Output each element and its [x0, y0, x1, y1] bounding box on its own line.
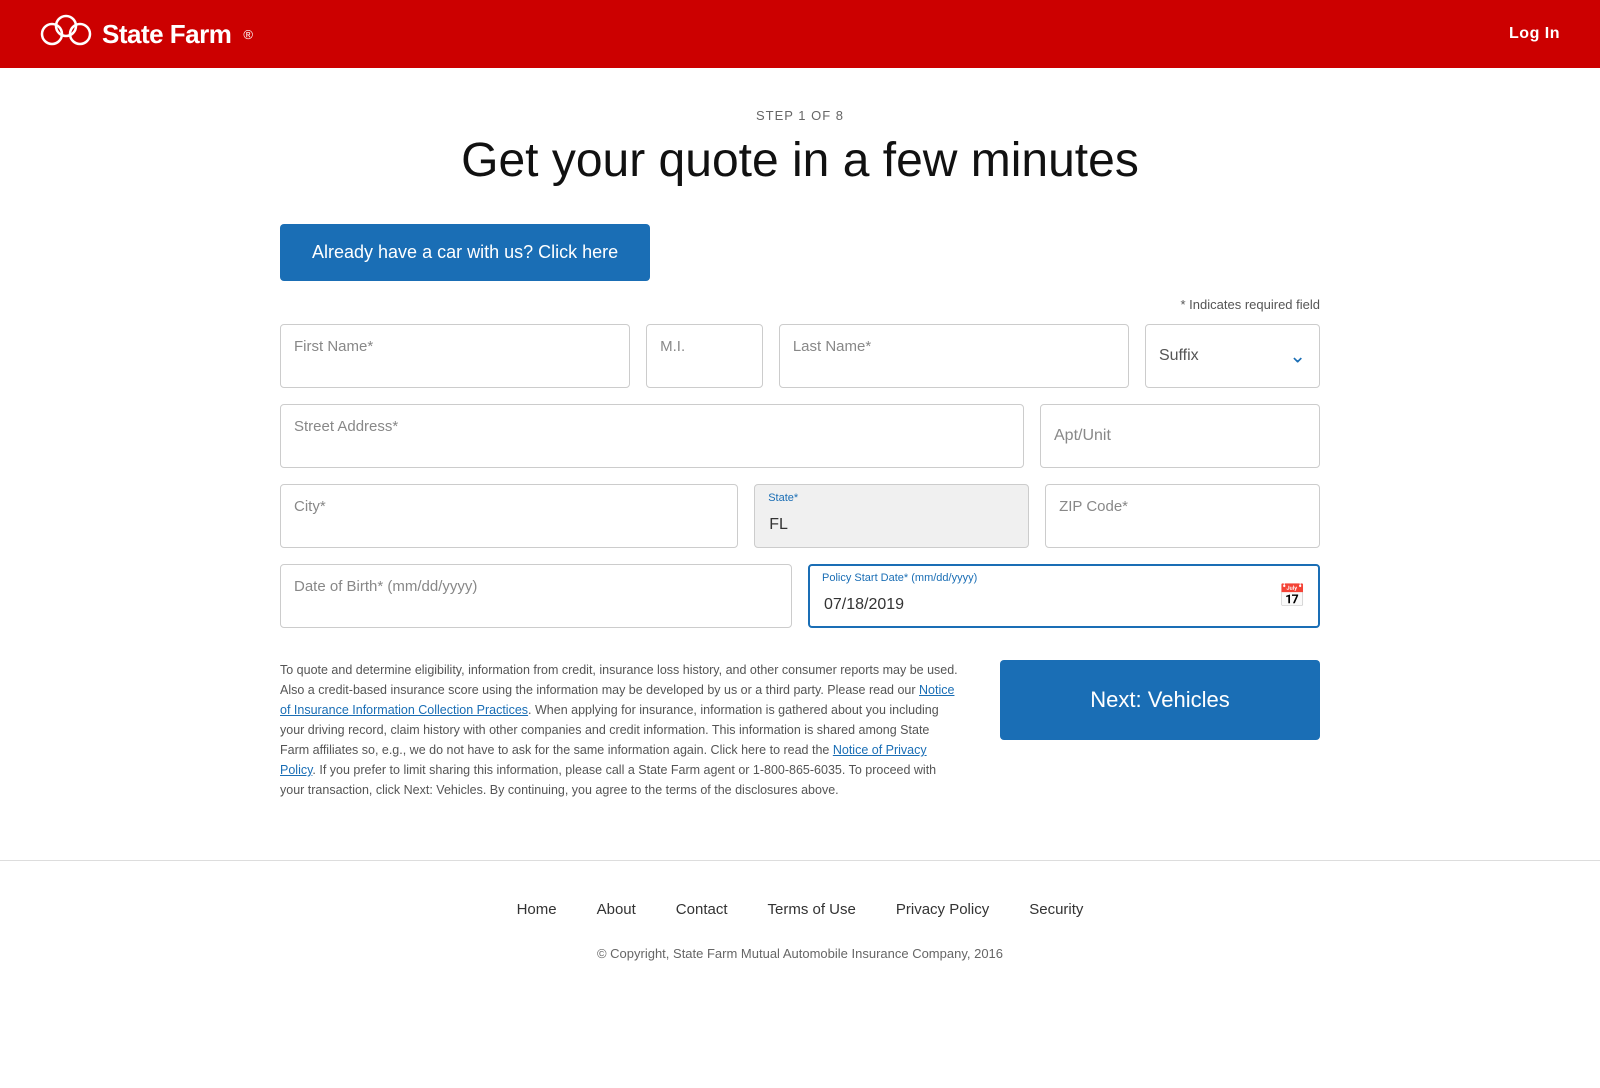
disclaimer-row: To quote and determine eligibility, info…: [280, 660, 1320, 800]
state-farm-logo-icon: [40, 14, 92, 54]
suffix-select[interactable]: Jr. Sr. II III IV: [1145, 324, 1320, 388]
footer-nav: Home About Contact Terms of Use Privacy …: [0, 901, 1600, 918]
dob-policy-row: Date of Birth* (mm/dd/yyyy) Policy Start…: [280, 564, 1320, 628]
state-input[interactable]: [754, 484, 1029, 548]
login-button[interactable]: Log In: [1509, 25, 1560, 43]
page-title: Get your quote in a few minutes: [280, 133, 1320, 188]
brand-trademark: ®: [243, 27, 253, 42]
city-field: City*: [280, 484, 738, 548]
first-name-input[interactable]: [280, 324, 630, 388]
mi-field: M.I.: [646, 324, 763, 388]
calendar-icon[interactable]: 📅: [1279, 583, 1306, 609]
zip-input[interactable]: [1045, 484, 1320, 548]
disclaimer-text-3: . If you prefer to limit sharing this in…: [280, 763, 936, 797]
footer-link-about[interactable]: About: [597, 901, 636, 918]
suffix-field: Suffix Jr. Sr. II III IV ⌄: [1145, 324, 1320, 388]
zip-field: ZIP Code*: [1045, 484, 1320, 548]
mi-input[interactable]: [646, 324, 763, 388]
copyright: © Copyright, State Farm Mutual Automobil…: [0, 946, 1600, 961]
required-note: * Indicates required field: [280, 297, 1320, 312]
last-name-field: Last Name*: [779, 324, 1129, 388]
next-vehicles-button[interactable]: Next: Vehicles: [1000, 660, 1320, 740]
already-have-car-button[interactable]: Already have a car with us? Click here: [280, 224, 650, 281]
main-content: STEP 1 OF 8 Get your quote in a few minu…: [200, 68, 1400, 860]
disclaimer-text: To quote and determine eligibility, info…: [280, 660, 960, 800]
address-row: Street Address* Apt/Unit: [280, 404, 1320, 468]
footer: Home About Contact Terms of Use Privacy …: [0, 861, 1600, 991]
apt-input[interactable]: [1040, 404, 1320, 468]
last-name-input[interactable]: [779, 324, 1129, 388]
street-input[interactable]: [280, 404, 1024, 468]
brand-name: State Farm: [102, 19, 231, 50]
policy-date-input[interactable]: [808, 564, 1320, 628]
footer-link-contact[interactable]: Contact: [676, 901, 728, 918]
city-input[interactable]: [280, 484, 738, 548]
first-name-field: First Name*: [280, 324, 630, 388]
footer-link-security[interactable]: Security: [1029, 901, 1083, 918]
state-field: State*: [754, 484, 1029, 548]
name-row: First Name* M.I. Last Name* Suffix Jr. S…: [280, 324, 1320, 388]
footer-link-home[interactable]: Home: [517, 901, 557, 918]
footer-link-privacy[interactable]: Privacy Policy: [896, 901, 989, 918]
header: State Farm ® Log In: [0, 0, 1600, 68]
disclaimer-text-1: To quote and determine eligibility, info…: [280, 663, 958, 697]
dob-input[interactable]: [280, 564, 792, 628]
footer-link-terms[interactable]: Terms of Use: [768, 901, 856, 918]
street-address-field: Street Address*: [280, 404, 1024, 468]
dob-field: Date of Birth* (mm/dd/yyyy): [280, 564, 792, 628]
step-label: STEP 1 OF 8: [280, 108, 1320, 123]
policy-date-field: Policy Start Date* (mm/dd/yyyy) 📅: [808, 564, 1320, 628]
apt-field: Apt/Unit: [1040, 404, 1320, 468]
logo: State Farm ®: [40, 14, 253, 54]
city-state-zip-row: City* State* ZIP Code*: [280, 484, 1320, 548]
